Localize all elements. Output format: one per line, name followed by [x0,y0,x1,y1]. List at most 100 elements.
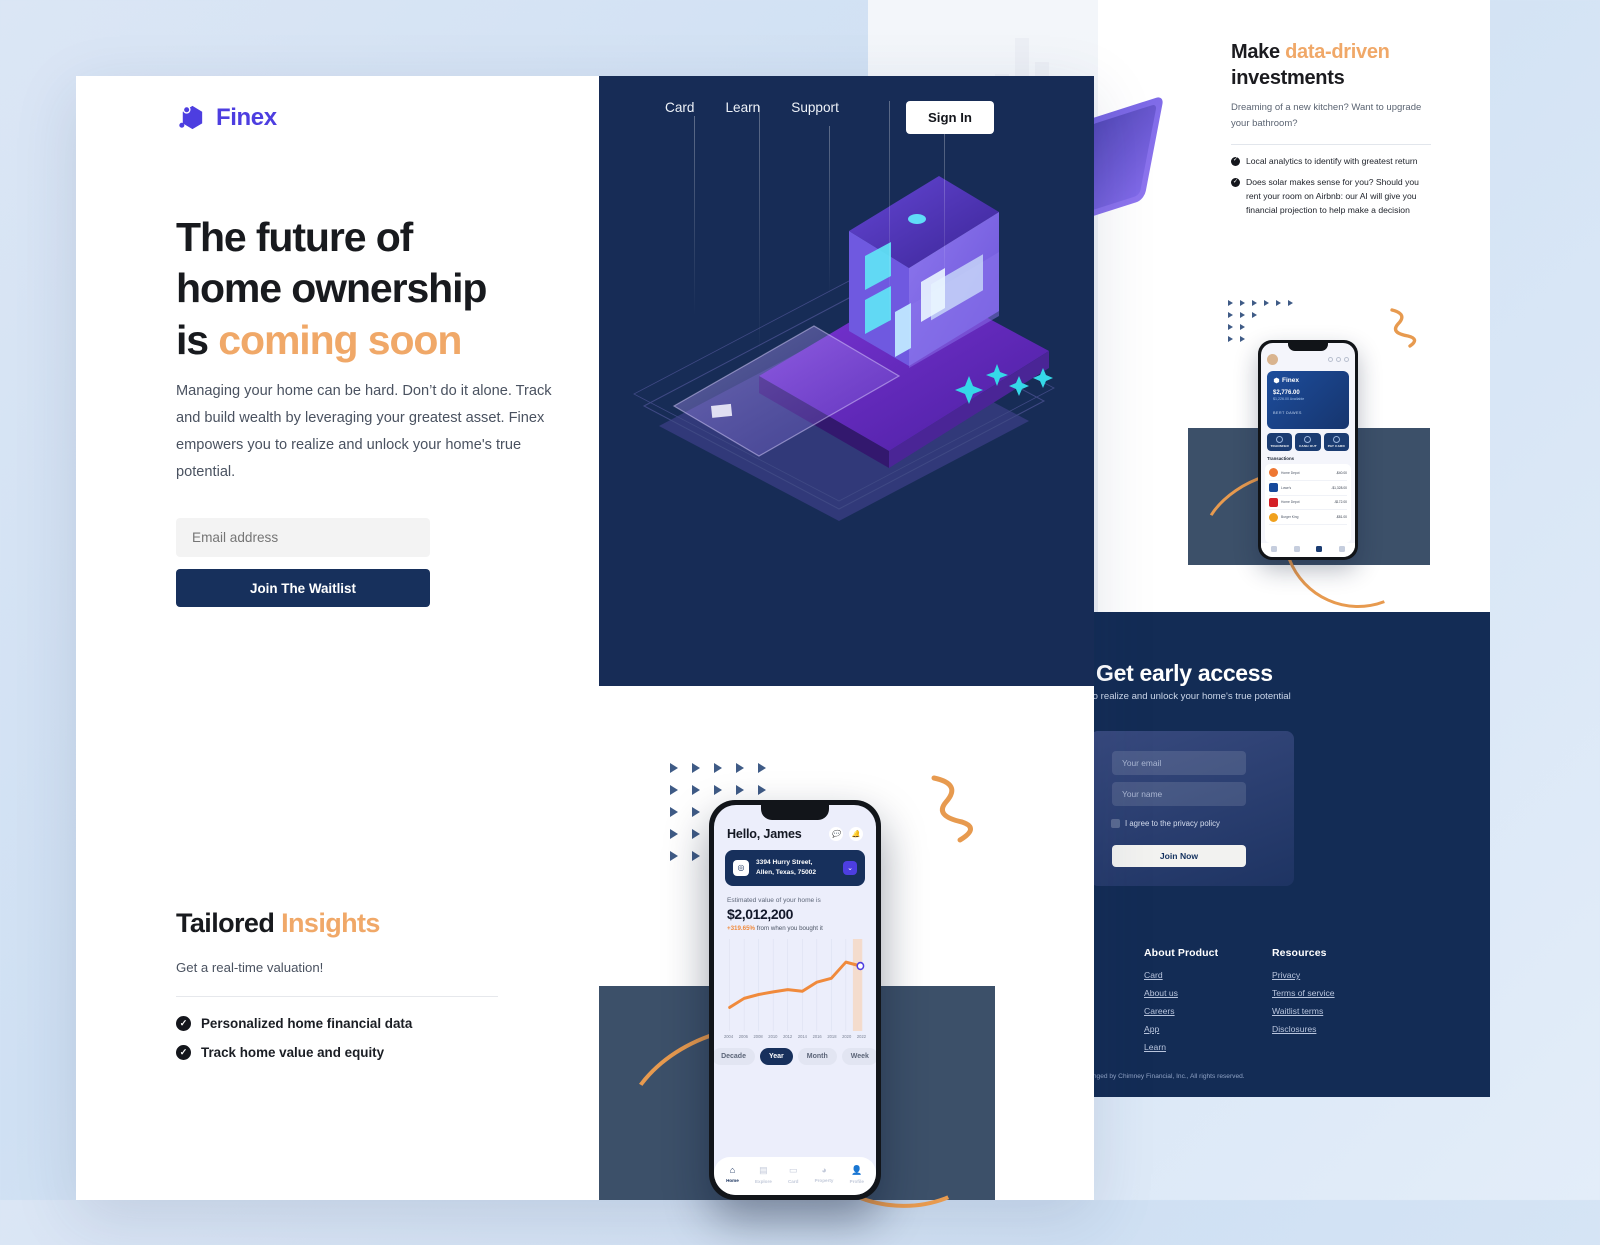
early-access-title: Get early access [1096,660,1273,686]
page-title: The future of home ownership is coming s… [176,212,596,366]
range-tab-year[interactable]: Year [759,1047,793,1065]
table-row[interactable]: Home Depot -$40.00 [1269,466,1347,481]
divider [176,996,498,997]
footer-heading: About Product [1144,947,1219,959]
property-icon: ◕ [821,1165,827,1175]
merchant-logo [1269,512,1278,522]
explore-icon: ▤ [759,1165,768,1175]
email-input[interactable] [176,518,430,557]
hexagon-logo-icon [176,102,207,133]
range-tab-week[interactable]: Week [841,1047,876,1065]
data-driven-section: Make data-driven investments Dreaming of… [1231,40,1431,226]
transaction-amount: -$81.00 [1335,515,1347,520]
bell-icon[interactable]: 🔔 [849,827,863,841]
merchant-logo [1269,497,1278,507]
footer-link-app[interactable]: App [1144,1024,1218,1034]
chart-x-axis: 2004 2006 2008 2010 2012 2014 2016 2018 2020 2022 [714,1031,876,1039]
transactions-heading: Transactions [1267,456,1295,461]
header-icons [1328,357,1349,362]
privacy-policy-label: I agree to the privacy policy [1125,819,1220,828]
card-icon[interactable] [1316,546,1323,552]
join-waitlist-button[interactable]: Join The Waitlist [176,569,430,607]
footer-column-resources: Resources Privacy Terms of service Waitl… [1272,947,1335,1042]
mini-phone-tabbar[interactable] [1261,543,1355,557]
early-access-email-input[interactable]: Your email [1112,751,1246,775]
heading-line-1: The future of [176,214,413,260]
tab-label: Property [814,1178,834,1183]
tab-property[interactable]: ◕ Property [815,1165,834,1184]
range-tab-decade[interactable]: Decade [714,1047,755,1065]
footer-heading: Resources [1272,947,1327,959]
chevron-down-icon[interactable]: ⌄ [843,860,857,875]
footer-link-terms[interactable]: Terms of service [1272,988,1335,998]
card-available: $1,226.00 Available [1273,397,1305,401]
table-row[interactable]: Home Depot -$172.00 [1269,496,1347,511]
tab-card[interactable]: ▭ Card [788,1165,798,1184]
phone-notch [1288,343,1328,351]
chat-icon[interactable]: 💬 [829,827,843,841]
pay-card-button[interactable]: PAY CARD [1323,433,1349,451]
tab-label: Home [726,1178,739,1183]
cash-out-icon [1304,436,1312,443]
check-circle-icon: ✓ [176,1016,191,1031]
footer-link-learn[interactable]: Learn [1144,1042,1218,1052]
footer-link-card[interactable]: Card [1144,970,1218,980]
hero-paragraph: Managing your home can be hard. Don’t do… [176,383,552,480]
greeting-text: Hello, James [727,827,802,841]
card-actions: TRANSFER CASH OUT PAY CARD [1261,429,1355,451]
pay-card-icon [1332,436,1340,443]
avatar [1267,354,1278,365]
heading-line-3-prefix: is [176,316,219,363]
nav-item-learn[interactable]: Learn [725,100,760,115]
footer-link-disclosures[interactable]: Disclosures [1272,1024,1335,1034]
data-driven-subtitle: Dreaming of a new kitchen? Want to upgra… [1231,102,1422,129]
data-driven-title: Make data-driven investments [1231,41,1390,89]
tailored-insights-bullets: ✓ Personalized home financial data ✓ Tra… [176,1016,412,1074]
profile-icon: 👤 [851,1165,863,1175]
card-brand: Finex [1273,377,1343,384]
tab-home[interactable]: ⌂ Home [726,1165,739,1184]
hero-illustration-panel [599,76,1094,686]
bullet-label: Personalized home financial data [201,1016,413,1031]
location-pin-icon: ◎ [733,859,749,876]
join-now-button[interactable]: Join Now [1112,845,1246,867]
checkbox-box[interactable] [1111,819,1120,828]
sign-in-button[interactable]: Sign In [906,101,994,134]
home-icon: ⌂ [729,1165,736,1175]
tab-label: Profile [849,1179,864,1184]
footer-column-about: About Product Card About us Careers App … [1144,947,1218,1060]
brand-logo[interactable]: Finex [176,102,277,133]
address-line-1: 3394 Hurry Street, [756,859,813,866]
balance-card: Finex $2,776.00 $1,226.00 Available BERT… [1267,371,1349,429]
tab-explore[interactable]: ▤ Explore [755,1165,772,1184]
app-tabbar: ⌂ Home ▤ Explore ▭ Card ◕ Property 👤 Profile [714,1157,876,1195]
tailored-insights-title: Tailored Insights [176,908,380,938]
privacy-policy-checkbox[interactable]: I agree to the privacy policy [1111,819,1220,828]
phone-notch [761,805,829,820]
hanging-strings [599,76,1094,686]
range-tab-month[interactable]: Month [797,1047,837,1065]
merchant-logo [1269,468,1278,478]
footer-link-privacy[interactable]: Privacy [1272,970,1335,980]
footer-link-about-us[interactable]: About us [1144,988,1218,998]
tab-profile[interactable]: 👤 Profile [850,1165,864,1184]
range-selector: Decade Year Month Week [714,1039,876,1065]
card-icon: ▭ [788,1165,798,1175]
cash-out-button[interactable]: CASH OUT [1295,433,1321,451]
table-row[interactable]: Burger King -$81.00 [1269,510,1347,526]
explore-icon[interactable] [1293,546,1300,552]
footer-link-careers[interactable]: Careers [1144,1006,1218,1016]
table-row[interactable]: Lowe's -$1,328.00 [1269,481,1347,496]
home-icon[interactable] [1271,546,1278,552]
nav-item-support[interactable]: Support [791,100,839,115]
early-access-name-input[interactable]: Your name [1112,782,1246,806]
merchant-name: Lowe's [1281,485,1292,490]
address-selector[interactable]: ◎ 3394 Hurry Street, Allen, Texas, 75002… [725,850,865,886]
data-driven-bullets: ✓ Local analytics to identify with great… [1231,155,1431,219]
transfer-button[interactable]: TRANSFER [1267,433,1293,451]
property-icon[interactable] [1338,546,1345,552]
list-item: ✓ Track home value and equity [176,1045,412,1060]
nav-item-card[interactable]: Card [665,100,694,115]
list-item: ✓ Does solar makes sense for you? Should… [1231,176,1431,218]
footer-link-waitlist-terms[interactable]: Waitlist terms [1272,1006,1335,1016]
